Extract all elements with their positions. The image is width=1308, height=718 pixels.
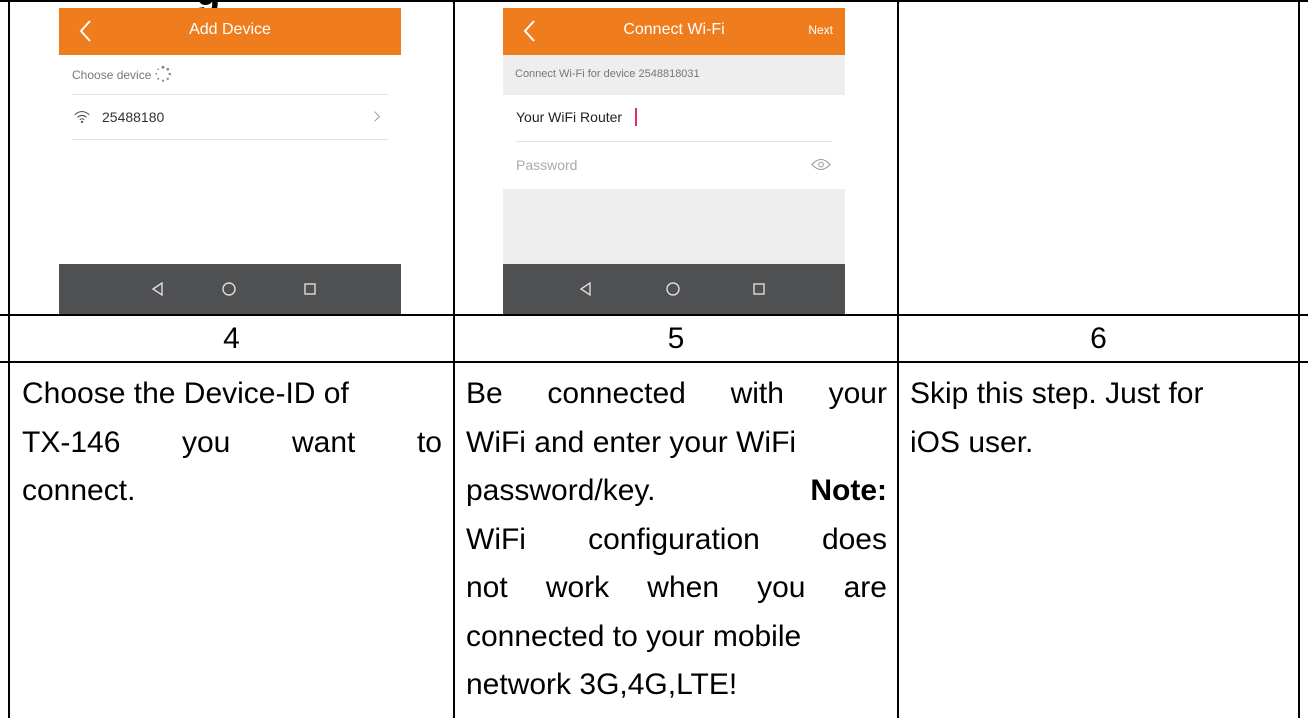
loading-spinner-icon [155, 65, 172, 82]
table-row-divider-1 [0, 314, 1308, 316]
device-list-item[interactable]: 25488180 [59, 95, 401, 139]
eye-icon[interactable] [811, 158, 831, 171]
nav-recents-icon[interactable] [299, 278, 321, 300]
word: connected [547, 377, 686, 410]
word: you [757, 571, 806, 604]
word: work [545, 571, 610, 604]
text-cursor [635, 108, 637, 126]
password-input[interactable]: Password [503, 142, 845, 188]
text-line: WiFi configuration does [466, 516, 887, 565]
text-line: Be connected with your [466, 370, 887, 419]
word: your [828, 377, 887, 410]
wifi-icon [74, 111, 90, 124]
nav-recents-icon[interactable] [748, 278, 770, 300]
table-top-border [0, 0, 1308, 2]
word: Be [466, 377, 503, 410]
android-nav-bar [59, 264, 401, 314]
word: TX-146 [22, 425, 121, 459]
word: want [291, 425, 356, 459]
wifi-form: Your WiFi Router Password [503, 95, 845, 189]
text-line: not work when you are [466, 564, 887, 613]
next-button[interactable]: Next [808, 23, 833, 37]
note-label: Note: [810, 474, 887, 507]
android-nav-bar [503, 264, 845, 314]
nav-back-icon[interactable] [575, 278, 597, 300]
word: WiFi [466, 522, 526, 556]
word: with [730, 377, 784, 410]
text-line: TX-146 you want to [22, 419, 442, 468]
text-line: network 3G,4G,LTE! [466, 668, 738, 701]
word: does [821, 522, 887, 556]
nav-home-icon[interactable] [218, 278, 240, 300]
step-number: 5 [667, 322, 685, 355]
word: when [647, 571, 719, 604]
step-number: 4 [223, 322, 240, 355]
step-description: Choose the Device-ID of TX-146 you want … [22, 370, 442, 516]
word: you [182, 425, 231, 459]
table-col-divider-2 [897, 0, 899, 718]
ssid-input[interactable]: Your WiFi Router [503, 95, 845, 141]
table-border-left [8, 0, 10, 718]
word: to [416, 425, 442, 459]
word: configuration [588, 522, 760, 556]
connect-subtitle: Connect Wi-Fi for device 2548818031 [515, 68, 700, 80]
screen-title: Add Device [189, 21, 271, 38]
text-line: connect. [22, 474, 136, 507]
chevron-right-icon [374, 111, 381, 122]
nav-home-icon[interactable] [662, 278, 684, 300]
table-row-divider-2 [0, 361, 1308, 363]
table-border-right [1298, 0, 1300, 718]
text-line: WiFi and enter your WiFi [466, 425, 797, 459]
app-bar: Add Device [59, 8, 401, 55]
text-line: password/key. Note: [466, 467, 887, 516]
text-line: Skip this step. Just for [910, 377, 1204, 410]
text-line: Choose the Device-ID of [22, 377, 349, 410]
word: not [466, 571, 508, 604]
word: password/key. [466, 474, 656, 507]
phone-screen-connect-wifi: Connect Wi-Fi Next Connect Wi-Fi for dev… [503, 8, 845, 314]
step-number: 6 [1090, 322, 1107, 355]
choose-device-label: Choose device [72, 68, 152, 82]
app-bar: Connect Wi-Fi Next [503, 8, 845, 55]
word: are [843, 571, 887, 604]
device-id-label: 25488180 [102, 109, 165, 125]
ssid-value: Your WiFi Router [516, 109, 623, 125]
step-description: Be connected with your WiFi and enter yo… [466, 370, 887, 710]
divider [72, 139, 388, 140]
step-description: Skip this step. Just for iOS user. [910, 370, 1290, 467]
table-col-divider-1 [453, 0, 455, 718]
text-line: connected to your mobile [466, 619, 802, 653]
text-line: iOS user. [910, 425, 1034, 459]
screen-title: Connect Wi-Fi [623, 21, 725, 38]
nav-back-icon[interactable] [147, 278, 169, 300]
password-placeholder: Password [516, 157, 578, 173]
phone-screen-add-device: Add Device Choose device 25488180 [59, 8, 401, 314]
